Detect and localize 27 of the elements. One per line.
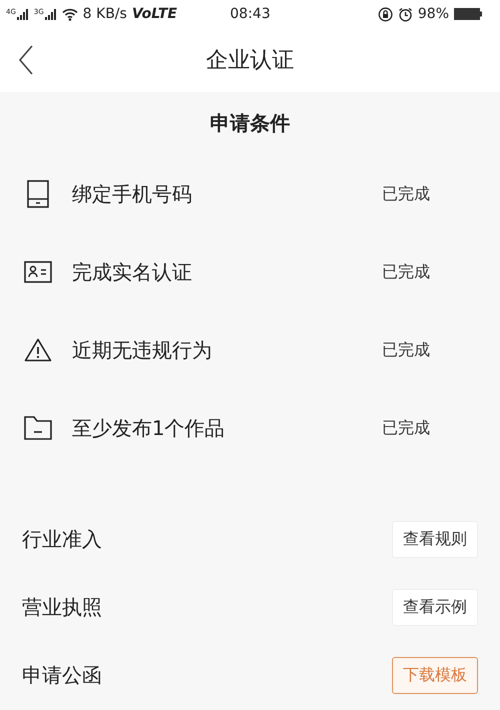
- id-card-icon: [24, 261, 52, 283]
- folder-icon: [24, 416, 52, 440]
- view-button[interactable]: 查看示例: [392, 588, 478, 626]
- document-label: 行业准入: [22, 526, 102, 552]
- requirement-label: 至少发布1个作品: [72, 414, 225, 442]
- requirement-label: 绑定手机号码: [72, 180, 192, 208]
- clock-time: 08:43: [230, 6, 270, 22]
- network-speed: 8 KB/s: [82, 6, 127, 22]
- rotation-lock-icon: [378, 6, 393, 22]
- volte-label: VoLTE: [132, 6, 178, 22]
- document-label: 申请公函: [22, 662, 102, 688]
- requirement-label: 完成实名认证: [72, 258, 192, 286]
- requirement-status: 已完成: [382, 262, 430, 282]
- page-title: 企业认证: [206, 47, 294, 75]
- document-label: 营业执照: [22, 594, 102, 620]
- warning-icon: [24, 338, 52, 362]
- alarm-icon: [398, 6, 413, 22]
- wifi-icon: [62, 8, 78, 20]
- requirement-status: 已完成: [382, 340, 430, 360]
- battery-icon: [454, 8, 482, 20]
- requirement-status: 已完成: [382, 184, 430, 204]
- battery-percent: 98%: [418, 6, 449, 22]
- section-title: 申请条件: [209, 110, 291, 137]
- phone-icon: [27, 180, 49, 208]
- view-button[interactable]: 查看规则: [392, 520, 478, 558]
- requirement-status: 已完成: [382, 418, 430, 438]
- requirement-label: 近期无违规行为: [72, 336, 212, 364]
